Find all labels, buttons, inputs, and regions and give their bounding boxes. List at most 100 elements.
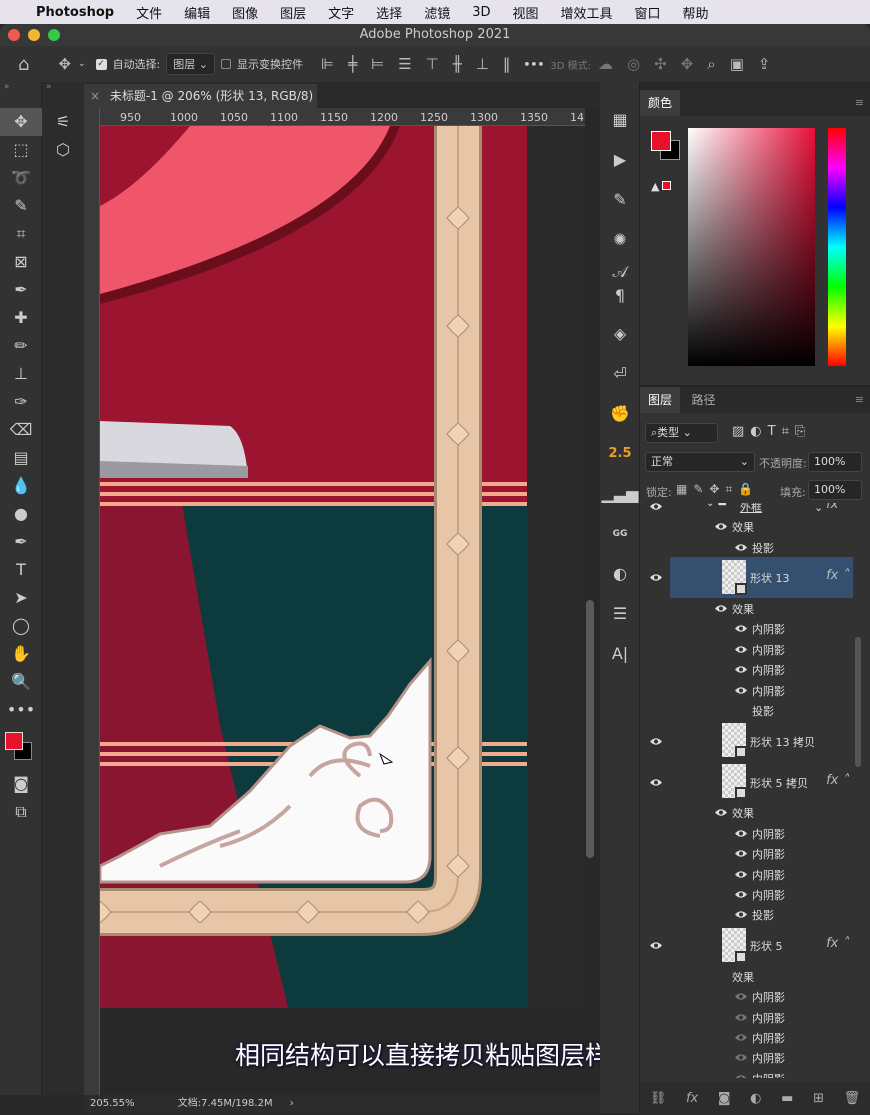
- minimize-window-button[interactable]: [28, 29, 40, 41]
- type-tool[interactable]: T: [0, 556, 42, 584]
- trash-icon[interactable]: 🗑: [844, 1091, 861, 1106]
- tab-layers[interactable]: 图层: [640, 387, 681, 413]
- gradient-tool[interactable]: ▤: [0, 444, 42, 472]
- eraser-tool[interactable]: ⌫: [0, 416, 42, 444]
- effect-row[interactable]: 内阴影: [640, 618, 853, 638]
- history-brush-tool[interactable]: ✑: [0, 388, 42, 416]
- foreground-color-swatch[interactable]: [651, 131, 671, 151]
- color-swatches[interactable]: [0, 724, 41, 770]
- effect-row[interactable]: 内阴影: [640, 986, 853, 1006]
- effect-row[interactable]: 内阴影: [640, 1027, 853, 1047]
- zoom-tool[interactable]: 🔍: [0, 668, 42, 696]
- visibility-eye-icon[interactable]: [649, 940, 662, 949]
- effect-eye-icon[interactable]: [734, 909, 747, 919]
- blend-mode-dropdown[interactable]: 正常 ⌄: [645, 452, 755, 472]
- zoom-level[interactable]: 205.55%: [90, 1098, 135, 1109]
- align-center-icon[interactable]: ╪: [348, 55, 357, 73]
- link-icon[interactable]: ⛓: [650, 1091, 667, 1106]
- effect-row[interactable]: 投影: [640, 536, 853, 556]
- 3d-orbit-icon[interactable]: ☁: [598, 55, 613, 73]
- menu-item[interactable]: 3D: [472, 5, 490, 20]
- layer-row[interactable]: 形状 13 fx ˄: [650, 556, 853, 598]
- lock-icons[interactable]: ▦✎✥⌗🔒: [676, 482, 759, 497]
- effect-row[interactable]: 内阴影: [640, 659, 853, 679]
- quick-select-tool[interactable]: ✎: [0, 192, 42, 220]
- menu-item[interactable]: 窗口: [635, 3, 661, 22]
- workspace-icon[interactable]: ▣: [730, 55, 744, 73]
- fx-indicator-icon[interactable]: fx ˄: [826, 773, 849, 788]
- zoom-window-button[interactable]: [48, 29, 60, 41]
- effect-eye-icon[interactable]: [734, 623, 747, 633]
- character-icon[interactable]: 𝒜: [600, 260, 640, 284]
- effect-row[interactable]: 内阴影: [640, 679, 853, 699]
- 3d-slide-icon[interactable]: ✥: [681, 55, 694, 73]
- layer-row[interactable]: 形状 13 拷贝: [640, 720, 853, 761]
- adjustments-icon[interactable]: ◐: [600, 554, 640, 594]
- 3d-roll-icon[interactable]: ◎: [627, 55, 640, 73]
- visibility-eye-icon[interactable]: [649, 736, 662, 745]
- effect-eye-icon[interactable]: [734, 1052, 747, 1062]
- menu-item[interactable]: 帮助: [683, 3, 709, 22]
- effect-eye-icon[interactable]: [734, 828, 747, 837]
- effect-row[interactable]: 效果: [640, 966, 853, 986]
- effect-row[interactable]: 内阴影: [640, 1006, 853, 1026]
- layers-scrollbar[interactable]: [855, 637, 861, 767]
- show-transform-checkbox[interactable]: [221, 59, 231, 69]
- foreground-color-swatch[interactable]: [5, 732, 23, 750]
- eyedropper-tool[interactable]: ✒: [0, 276, 42, 304]
- hand-tool[interactable]: ✋: [0, 640, 42, 668]
- visibility-eye-icon[interactable]: [649, 503, 662, 510]
- distribute-icon[interactable]: ☰: [398, 55, 411, 73]
- effect-row[interactable]: 投影: [640, 700, 853, 720]
- marquee-tool[interactable]: ⬚: [0, 136, 42, 164]
- collapse-icon[interactable]: »: [42, 82, 84, 108]
- distribute-vertical-icon[interactable]: ‖: [503, 55, 511, 73]
- close-window-button[interactable]: [8, 29, 20, 41]
- panel-menu-icon[interactable]: ≡: [855, 393, 864, 406]
- align-middle-icon[interactable]: ╫: [453, 55, 462, 73]
- folder-icon[interactable]: ▬: [781, 1091, 793, 1106]
- effect-eye-icon[interactable]: [734, 1012, 747, 1021]
- effect-row[interactable]: 内阴影: [640, 863, 853, 883]
- visibility-eye-icon[interactable]: [649, 777, 662, 786]
- menu-item[interactable]: 增效工具: [561, 3, 613, 22]
- effect-eye-icon[interactable]: [714, 603, 727, 612]
- fx-indicator-icon[interactable]: fx ˄: [826, 503, 849, 512]
- move-tool-icon[interactable]: ✥: [58, 55, 71, 73]
- healing-tool[interactable]: ✚: [0, 304, 42, 332]
- panel-menu-icon[interactable]: ≡: [855, 96, 864, 109]
- color-field[interactable]: [688, 128, 815, 366]
- swatches-grid-icon[interactable]: ▦: [600, 100, 640, 140]
- effect-eye-icon[interactable]: [714, 807, 727, 817]
- layer-comps-icon[interactable]: ◈: [600, 314, 640, 354]
- blur-tool[interactable]: 💧: [0, 472, 42, 500]
- effect-row[interactable]: 内阴影: [640, 884, 853, 904]
- effect-eye-icon[interactable]: [734, 1032, 747, 1041]
- menu-item[interactable]: 图像: [232, 3, 258, 22]
- effect-eye-icon[interactable]: [734, 685, 747, 694]
- effect-row[interactable]: 效果: [640, 516, 853, 536]
- glove-icon[interactable]: ✊: [600, 394, 640, 434]
- frame-tool[interactable]: ⊠: [0, 248, 42, 276]
- layer-row[interactable]: 形状 5 fx ˄: [640, 925, 853, 966]
- quick-mask-icon[interactable]: ◙: [0, 770, 42, 798]
- menu-item[interactable]: 文字: [328, 3, 354, 22]
- glyphs-icon[interactable]: A|: [600, 634, 640, 674]
- effect-row[interactable]: 内阴影: [640, 639, 853, 659]
- dodge-tool[interactable]: ●: [0, 500, 42, 528]
- effect-eye-icon[interactable]: [734, 991, 747, 1000]
- gg-plugin-icon[interactable]: GG: [600, 514, 640, 554]
- align-top-icon[interactable]: ⊤: [426, 55, 439, 73]
- new-layer-icon[interactable]: ⊞: [813, 1091, 824, 1106]
- effect-eye-icon[interactable]: [734, 1073, 747, 1078]
- collapse-icon[interactable]: »: [0, 82, 41, 108]
- align-bottom-icon[interactable]: ⊥: [476, 55, 489, 73]
- 3d-cube-icon[interactable]: ⬡: [42, 136, 84, 164]
- menu-item[interactable]: 文件: [136, 3, 162, 22]
- 3d-pan-icon[interactable]: ✣: [654, 55, 667, 73]
- crop-tool[interactable]: ⌗: [0, 220, 42, 248]
- menu-item[interactable]: 选择: [376, 3, 402, 22]
- layer-filter-dropdown[interactable]: ⌕类型 ⌄: [645, 423, 718, 443]
- effect-eye-icon[interactable]: [734, 664, 747, 673]
- align-right-icon[interactable]: ⊨: [371, 55, 384, 73]
